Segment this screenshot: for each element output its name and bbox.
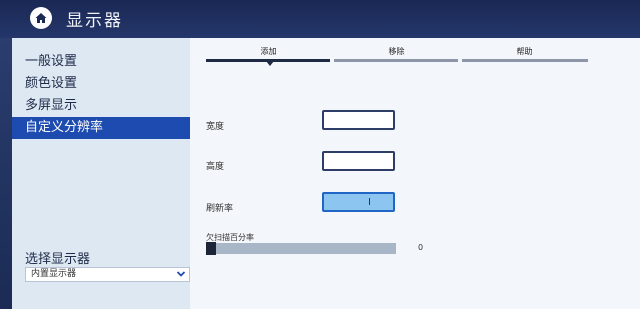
refresh-rate-label: 刷新率: [206, 204, 234, 214]
tab-pointer-icon: [266, 61, 274, 66]
display-select-label: 选择显示器: [25, 252, 91, 267]
main-panel: 添加 移除 帮助 宽度 高度 刷新率 Ι 欠扫描百分率 0: [190, 38, 640, 309]
height-label: 高度: [206, 162, 225, 172]
display-select-value: 内置显示器: [31, 269, 77, 279]
underscan-value: 0: [418, 243, 424, 252]
desktop-edge: [0, 38, 12, 309]
tab-underline-remove: [334, 59, 458, 62]
sidebar-item-multi-display[interactable]: 多屏显示: [12, 95, 190, 117]
title-bar: 显示器: [0, 0, 640, 38]
underscan-slider-thumb[interactable]: [206, 242, 216, 255]
sidebar-item-general[interactable]: 一般设置: [12, 51, 190, 73]
refresh-rate-input[interactable]: Ι: [322, 192, 395, 212]
chevron-down-icon: [176, 271, 186, 277]
app-title: 显示器: [66, 11, 123, 31]
display-select[interactable]: 内置显示器: [25, 267, 190, 282]
underscan-slider[interactable]: [206, 243, 396, 254]
sidebar: 一般设置 颜色设置 多屏显示 自定义分辨率 选择显示器 内置显示器: [12, 38, 190, 309]
tab-underline-help: [462, 59, 588, 62]
tab-remove[interactable]: 移除: [334, 46, 459, 57]
sidebar-item-custom-resolution[interactable]: 自定义分辨率: [12, 117, 190, 139]
height-input[interactable]: [322, 151, 395, 171]
width-label: 宽度: [206, 122, 225, 132]
tab-help[interactable]: 帮助: [462, 46, 587, 57]
home-icon: [35, 13, 47, 23]
width-input[interactable]: [322, 110, 395, 130]
home-button[interactable]: [30, 7, 52, 29]
tab-add[interactable]: 添加: [206, 46, 331, 57]
text-cursor-icon: Ι: [368, 197, 371, 208]
sidebar-item-color[interactable]: 颜色设置: [12, 73, 190, 95]
